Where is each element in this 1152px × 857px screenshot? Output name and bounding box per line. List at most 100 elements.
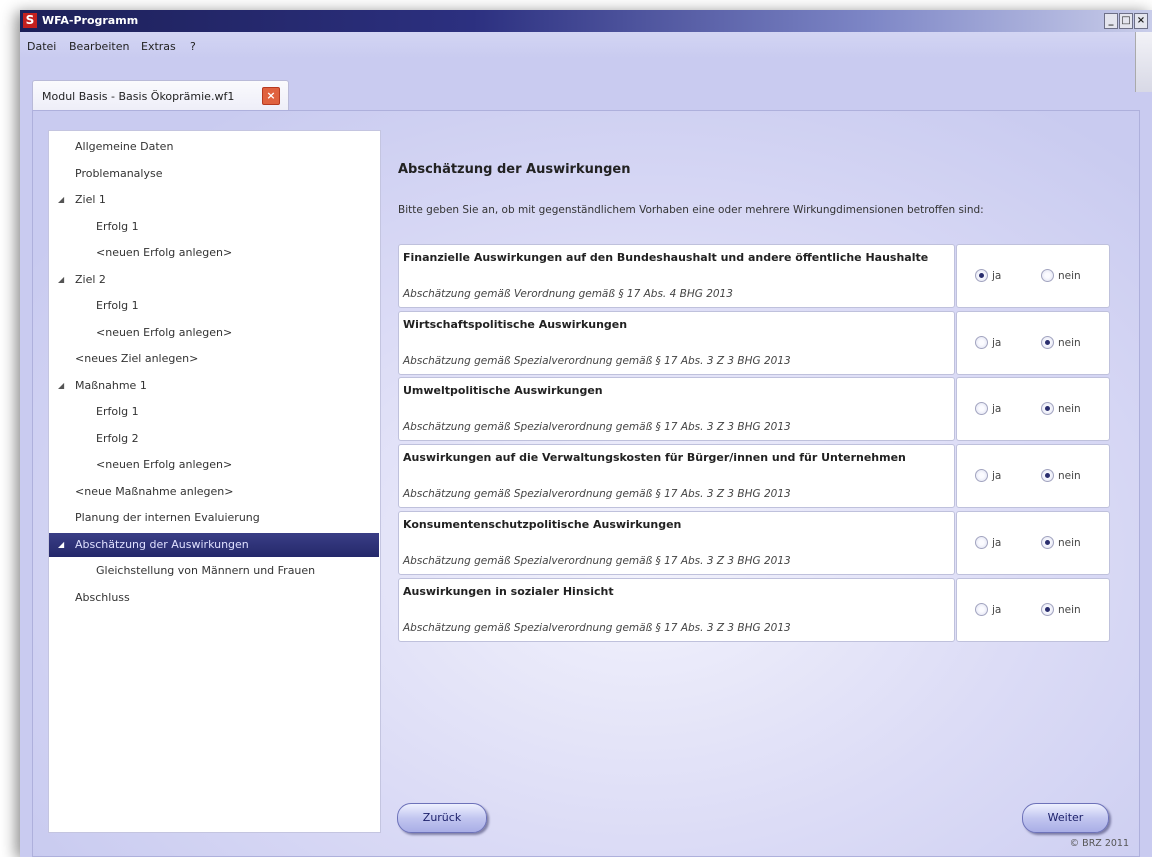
radio-ja-icon[interactable]: [975, 336, 988, 349]
impact-options: ja nein: [956, 511, 1110, 575]
impact-row: Konsumentenschutzpolitische Auswirkungen…: [398, 511, 1110, 575]
radio-nein-label: nein: [1058, 402, 1081, 415]
radio-ja-icon[interactable]: [975, 603, 988, 616]
radio-ja-icon[interactable]: [975, 469, 988, 482]
radio-nein[interactable]: nein: [1041, 336, 1081, 349]
radio-ja[interactable]: ja: [975, 269, 1001, 282]
tree-item-label: Maßnahme 1: [75, 378, 147, 392]
impact-row: Finanzielle Auswirkungen auf den Bundesh…: [398, 244, 1110, 308]
tree-item-label: Ziel 2: [75, 272, 106, 286]
back-button[interactable]: Zurück: [397, 803, 487, 833]
tab-modul-basis[interactable]: Modul Basis - Basis Ökoprämie.wf1 ×: [32, 80, 289, 111]
impact-row: Auswirkungen in sozialer Hinsicht Abschät…: [398, 578, 1110, 642]
radio-nein-label: nein: [1058, 269, 1081, 282]
tree-item-label: Gleichstellung von Männern und Frauen: [96, 564, 316, 577]
tree-item[interactable]: <neue Maßnahme anlegen>: [49, 480, 380, 504]
menu-extras[interactable]: Extras: [141, 40, 176, 53]
radio-nein-label: nein: [1058, 603, 1081, 616]
tree-item[interactable]: Erfolg 1: [49, 215, 380, 239]
navigation-tree: Allgemeine Daten Problemanalyse ◢ Ziel 1 Erf…: [48, 130, 381, 833]
next-button[interactable]: Weiter: [1022, 803, 1109, 833]
radio-ja-label: ja: [992, 536, 1002, 549]
tree-item[interactable]: Problemanalyse: [49, 162, 380, 186]
instruction-text: Bitte geben Sie an, ob mit gegenständlic…: [398, 204, 984, 216]
radio-ja-label: ja: [992, 269, 1002, 282]
title-bar[interactable]: S WFA-Programm _ □ ×: [20, 10, 1152, 32]
radio-ja[interactable]: ja: [975, 469, 1001, 482]
tree-item[interactable]: Erfolg 1: [49, 400, 380, 424]
tree-item[interactable]: Erfolg 1: [49, 294, 380, 318]
tree-item[interactable]: <neuen Erfolg anlegen>: [49, 453, 380, 477]
close-icon[interactable]: ×: [1134, 13, 1148, 29]
impact-description: Wirtschaftspolitische Auswirkungen Abschä…: [398, 311, 955, 375]
expand-arrow-icon[interactable]: ◢: [58, 374, 64, 398]
menu-datei[interactable]: Datei: [27, 40, 56, 53]
menu-bearbeiten[interactable]: Bearbeiten: [69, 40, 129, 53]
impact-legal-basis: Abschätzung gemäß Spezialverordnung gemä…: [403, 488, 791, 500]
impact-title: Umweltpolitische Auswirkungen: [403, 384, 603, 397]
radio-ja-icon[interactable]: [975, 536, 988, 549]
impact-title: Wirtschaftspolitische Auswirkungen: [403, 318, 628, 331]
tree-item-label: <neuen Erfolg anlegen>: [96, 246, 233, 259]
impact-title: Auswirkungen in sozialer Hinsicht: [403, 585, 614, 598]
minimize-icon[interactable]: _: [1104, 13, 1118, 29]
tree-item[interactable]: Abschluss: [49, 586, 380, 610]
radio-nein-icon[interactable]: [1041, 402, 1054, 415]
impact-options: ja nein: [956, 377, 1110, 441]
impact-legal-basis: Abschätzung gemäß Spezialverordnung gemä…: [403, 555, 791, 567]
tree-item[interactable]: Allgemeine Daten: [49, 135, 380, 159]
radio-nein[interactable]: nein: [1041, 603, 1081, 616]
radio-nein-icon[interactable]: [1041, 536, 1054, 549]
tree-item-label: <neuen Erfolg anlegen>: [96, 325, 233, 339]
radio-ja-label: ja: [992, 402, 1002, 415]
close-tab-icon[interactable]: ×: [262, 87, 280, 105]
impact-options: ja nein: [956, 444, 1110, 508]
tree-item-label: Erfolg 1: [96, 219, 139, 233]
radio-ja[interactable]: ja: [975, 402, 1001, 415]
tree-item[interactable]: ◢ Maßnahme 1: [49, 374, 380, 398]
expand-arrow-icon[interactable]: ◢: [58, 268, 64, 292]
tree-item-label: <neues Ziel anlegen>: [75, 352, 199, 365]
tab-label: Modul Basis - Basis Ökoprämie.wf1: [42, 90, 235, 103]
tree-item[interactable]: <neuen Erfolg anlegen>: [49, 321, 380, 345]
menu-help[interactable]: ?: [190, 40, 196, 53]
tree-item-label: <neuen Erfolg anlegen>: [96, 458, 233, 471]
radio-nein-icon[interactable]: [1041, 336, 1054, 349]
radio-ja[interactable]: ja: [975, 536, 1001, 549]
tree-item-label: Erfolg 2: [96, 431, 139, 445]
radio-ja-icon[interactable]: [975, 269, 988, 282]
expand-arrow-icon[interactable]: ◢: [58, 533, 64, 557]
tree-item[interactable]: Erfolg 2: [49, 427, 380, 451]
tree-item[interactable]: ◢ Ziel 2: [49, 268, 380, 292]
radio-nein-icon[interactable]: [1041, 269, 1054, 282]
scrollbar[interactable]: [1135, 32, 1152, 92]
tree-item[interactable]: Planung der internen Evaluierung: [49, 506, 380, 530]
radio-ja-icon[interactable]: [975, 402, 988, 415]
radio-ja[interactable]: ja: [975, 336, 1001, 349]
radio-nein[interactable]: nein: [1041, 402, 1081, 415]
tree-item[interactable]: ◢ Ziel 1: [49, 188, 380, 212]
tree-item[interactable]: <neues Ziel anlegen>: [49, 347, 380, 371]
expand-arrow-icon[interactable]: ◢: [58, 188, 64, 212]
tree-item-label: Abschluss: [75, 590, 130, 604]
tree-item[interactable]: <neuen Erfolg anlegen>: [49, 241, 380, 265]
tree-item-label: Problemanalyse: [75, 166, 163, 180]
window-controls: _ □ ×: [1104, 13, 1148, 29]
radio-nein[interactable]: nein: [1041, 536, 1081, 549]
maximize-icon[interactable]: □: [1119, 13, 1133, 29]
tree-item-label: Abschätzung der Auswirkungen: [75, 537, 249, 551]
radio-nein-label: nein: [1058, 469, 1081, 482]
radio-nein-icon[interactable]: [1041, 603, 1054, 616]
tree-item-label: Allgemeine Daten: [75, 140, 174, 153]
radio-ja[interactable]: ja: [975, 603, 1001, 616]
impact-title: Auswirkungen auf die Verwaltungskosten f…: [403, 451, 906, 464]
radio-nein[interactable]: nein: [1041, 469, 1081, 482]
radio-ja-label: ja: [992, 469, 1002, 482]
tree-item[interactable]: ◢ Abschätzung der Auswirkungen: [49, 532, 379, 557]
tree-item[interactable]: Gleichstellung von Männern und Frauen: [49, 559, 380, 583]
radio-nein-icon[interactable]: [1041, 469, 1054, 482]
copyright-text: © BRZ 2011: [1069, 838, 1129, 849]
radio-nein-label: nein: [1058, 336, 1081, 349]
radio-nein[interactable]: nein: [1041, 269, 1081, 282]
impact-description: Auswirkungen auf die Verwaltungskosten f…: [398, 444, 955, 508]
